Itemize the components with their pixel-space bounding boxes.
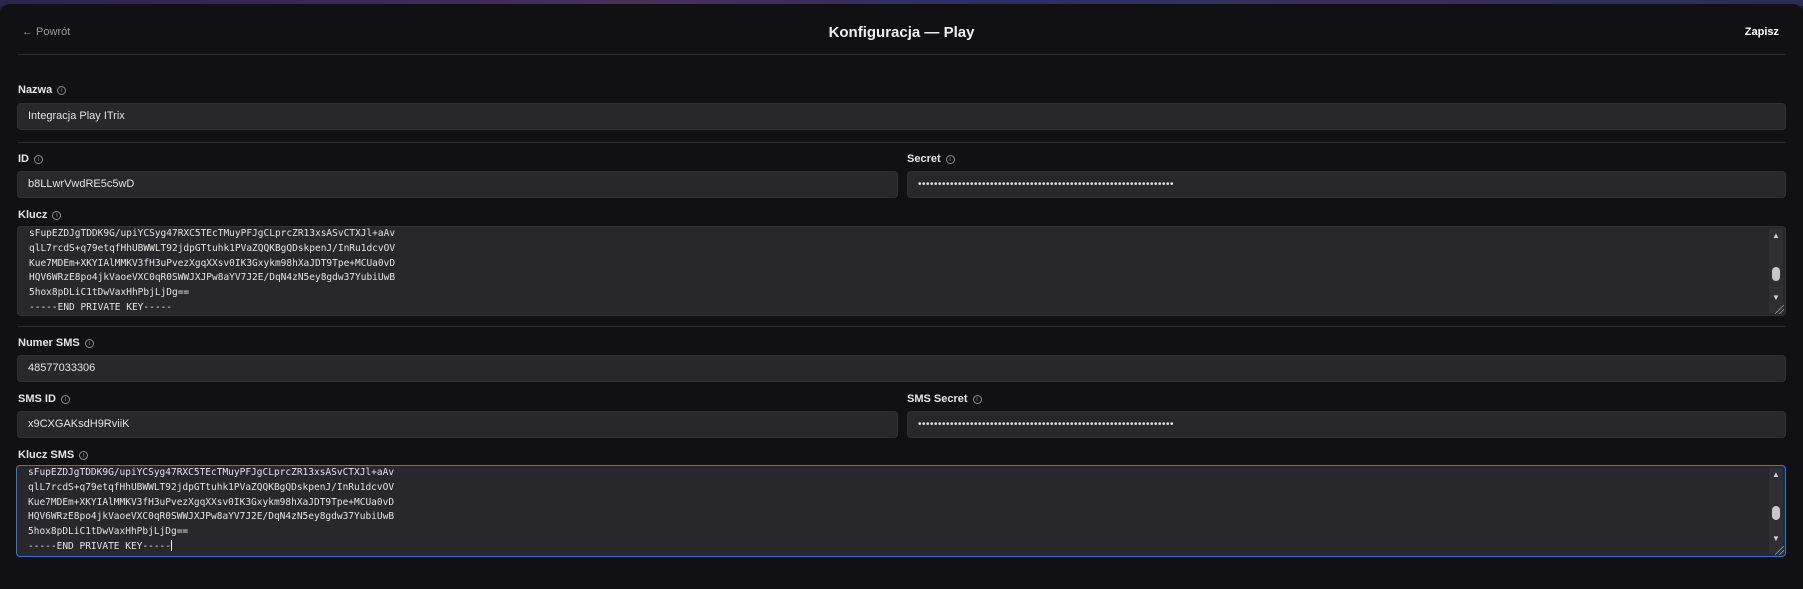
id-input[interactable]: b8LLwrVwdRE5c5wD [17,171,898,198]
triangle-down-icon[interactable]: ▼ [1769,533,1783,545]
sms-number-label: Numer SMS i [18,337,94,349]
scroll-thumb[interactable] [1772,506,1780,520]
info-icon: i [79,450,89,460]
info-icon: i [84,338,94,348]
triangle-up-icon[interactable]: ▲ [1769,469,1783,481]
page-header: ← Powrót Konfiguracja — Play Zapisz [0,4,1803,57]
sms-number-input[interactable]: 48577033306 [17,355,1786,382]
text-caret [171,539,172,551]
secret-input[interactable]: ••••••••••••••••••••••••••••••••••••••••… [907,171,1786,198]
sms-number-label-text: Numer SMS [18,337,80,349]
header-divider [18,54,1785,55]
secret-label: Secret i [907,153,955,165]
save-button[interactable]: Zapisz [1745,26,1779,38]
section-divider [18,142,1785,143]
sms-key-scrollbar[interactable]: ▲ ▼ [1769,468,1783,554]
config-panel: ← Powrót Konfiguracja — Play Zapisz Nazw… [0,4,1803,589]
sms-key-label-text: Klucz SMS [18,449,75,461]
info-icon: i [57,85,67,95]
name-label: Nazwa i [18,84,67,96]
sms-key-textarea[interactable]: sFupEZDJgTDDK9G/upiYCSyg47RXC5TEcTMuyPFJ… [16,465,1786,557]
key-label: Klucz i [18,209,62,221]
sms-key-label: Klucz SMS i [18,449,89,461]
name-label-text: Nazwa [18,84,53,96]
triangle-down-icon[interactable]: ▼ [1769,292,1783,304]
section-divider [18,326,1785,327]
sms-key-text: sFupEZDJgTDDK9G/upiYCSyg47RXC5TEcTMuyPFJ… [28,467,395,552]
sms-secret-input[interactable]: ••••••••••••••••••••••••••••••••••••••••… [907,411,1786,438]
info-icon: i [945,154,955,164]
info-icon: i [60,394,70,404]
sms-key-textarea-content[interactable]: sFupEZDJgTDDK9G/upiYCSyg47RXC5TEcTMuyPFJ… [28,466,1761,556]
info-icon: i [972,394,982,404]
id-label-text: ID [18,153,29,165]
key-textarea[interactable]: sFupEZDJgTDDK9G/upiYCSyg47RXC5TEcTMuyPFJ… [17,226,1786,316]
resize-grip-icon[interactable] [1775,546,1784,555]
info-icon: i [52,210,62,220]
key-label-text: Klucz [18,209,48,221]
sms-id-label: SMS ID i [18,393,70,405]
key-textarea-content[interactable]: sFupEZDJgTDDK9G/upiYCSyg47RXC5TEcTMuyPFJ… [29,227,1761,315]
sms-secret-label: SMS Secret i [907,393,982,405]
triangle-up-icon[interactable]: ▲ [1769,230,1783,242]
scroll-thumb[interactable] [1772,267,1780,281]
sms-id-input[interactable]: x9CXGAKsdH9RviiK [17,411,898,438]
secret-label-text: Secret [907,153,941,165]
page-title: Konfiguracja — Play [828,24,975,41]
sms-id-label-text: SMS ID [18,393,56,405]
id-label: ID i [18,153,43,165]
name-input[interactable]: Integracja Play ITrix [17,103,1786,130]
info-icon: i [34,154,43,164]
key-scrollbar[interactable]: ▲ ▼ [1769,229,1783,313]
resize-grip-icon[interactable] [1775,305,1784,314]
sms-secret-label-text: SMS Secret [907,393,968,405]
